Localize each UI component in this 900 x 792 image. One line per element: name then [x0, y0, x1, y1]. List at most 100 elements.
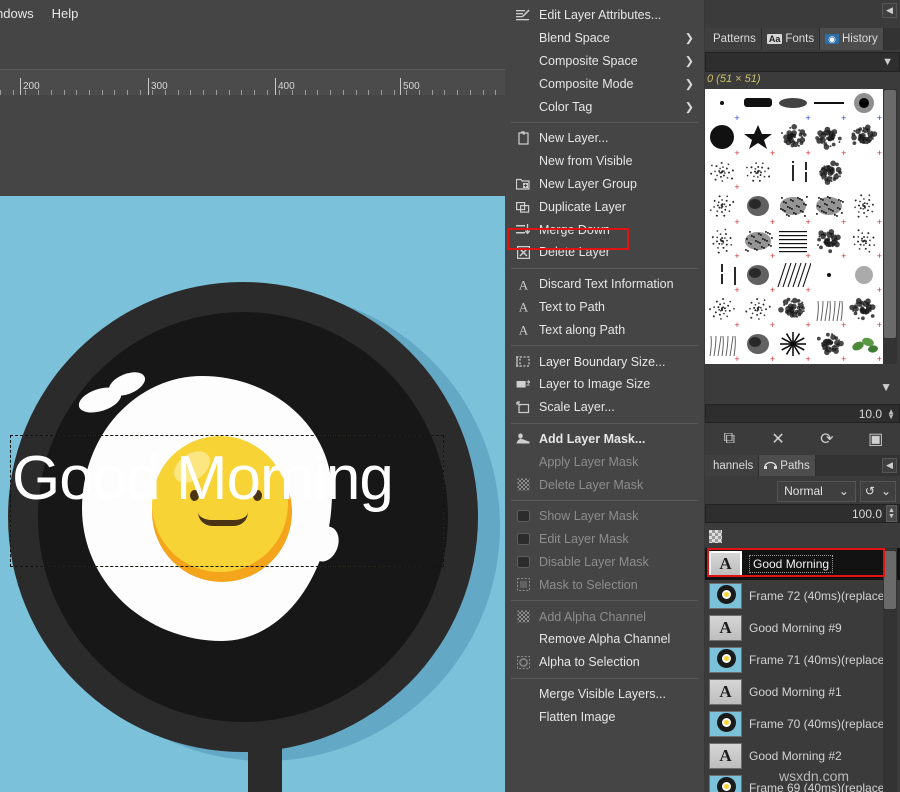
horizontal-ruler[interactable]: 200300400500600 — [0, 69, 505, 95]
layer-mode-extra-buttons[interactable]: ↺ ⌄ — [860, 481, 896, 502]
menu-item-help[interactable]: Help — [43, 4, 88, 23]
layer-name[interactable]: Frame 72 (40ms)(replace) — [749, 589, 888, 603]
layer-lock-row[interactable] — [705, 525, 900, 547]
menu-item-edit-layer-attributes[interactable]: Edit Layer Attributes... — [505, 4, 704, 27]
menu-item-discard-text-information[interactable]: ADiscard Text Information — [505, 273, 704, 296]
brush-swatch[interactable]: + — [741, 330, 777, 364]
brush-swatch[interactable]: + — [705, 330, 741, 364]
menu-item-text-along-path[interactable]: AText along Path — [505, 318, 704, 341]
brush-grid-scrollbar[interactable] — [883, 89, 897, 364]
chevron-down-icon-2[interactable]: ▼ — [880, 380, 892, 394]
brush-swatch[interactable] — [776, 158, 812, 192]
layer-thumbnail-frame[interactable] — [709, 647, 742, 673]
brush-swatch[interactable]: + — [705, 261, 741, 295]
brush-swatch[interactable]: + — [776, 89, 812, 123]
brush-swatch[interactable] — [741, 89, 777, 123]
layer-context-menu[interactable]: Edit Layer Attributes...Blend Space❯Comp… — [505, 0, 705, 792]
layer-mode-dropdown[interactable]: Normal ⌄ — [777, 481, 856, 502]
open-brush-as-image-button[interactable]: ▣ — [865, 429, 887, 449]
brush-swatch[interactable] — [812, 261, 848, 295]
brush-swatch[interactable]: + — [776, 227, 812, 261]
brush-swatch[interactable] — [741, 158, 777, 192]
brush-spacing-field[interactable]: 10.0 ▲▼ — [705, 404, 900, 423]
layer-name[interactable]: Good Morning — [749, 555, 833, 573]
layer-name[interactable]: Good Morning #2 — [749, 749, 842, 763]
layer-name[interactable]: Good Morning #1 — [749, 685, 842, 699]
image-canvas[interactable]: Good Morning PUALS — [0, 196, 505, 792]
layer-thumbnail-text[interactable]: A — [709, 743, 742, 769]
brush-swatch[interactable]: + — [847, 227, 883, 261]
brush-swatch[interactable] — [812, 158, 848, 192]
brush-swatch[interactable]: + — [705, 192, 741, 226]
dock-collapse-button[interactable]: ◀ — [882, 3, 897, 18]
brush-swatch[interactable]: + — [776, 295, 812, 329]
layer-name[interactable]: Good Morning #9 — [749, 621, 842, 635]
refresh-brushes-button[interactable]: ⟳ — [816, 429, 838, 449]
brush-swatch[interactable]: + — [847, 192, 883, 226]
menu-item-merge-down[interactable]: Merge Down — [505, 218, 704, 241]
layers-dock-collapse-button[interactable]: ◀ — [882, 458, 897, 473]
brush-swatch[interactable]: + — [776, 123, 812, 157]
layer-name[interactable]: Frame 70 (40ms)(replace) — [749, 717, 888, 731]
layer-row[interactable]: Frame 72 (40ms)(replace) — [705, 580, 900, 612]
brush-scrollbar-thumb[interactable] — [884, 90, 896, 338]
canvas-text-good-morning[interactable]: Good Morning — [12, 441, 452, 517]
brush-swatch[interactable]: + — [812, 295, 848, 329]
brush-swatch[interactable]: + — [705, 89, 741, 123]
tab-paths[interactable]: Paths — [759, 455, 815, 476]
menu-item-windows[interactable]: ndows — [0, 4, 43, 23]
layer-opacity-field[interactable]: 100.0 ▲▼ — [705, 504, 900, 523]
brush-swatch[interactable]: + — [812, 330, 848, 364]
brush-swatch[interactable]: + — [776, 261, 812, 295]
layer-row[interactable]: AGood Morning #9 — [705, 612, 900, 644]
brush-swatch[interactable]: + — [847, 295, 883, 329]
menu-item-text-to-path[interactable]: AText to Path — [505, 296, 704, 319]
brush-swatch[interactable]: + — [705, 123, 741, 157]
tab-history[interactable]: ◉History — [820, 28, 884, 50]
menu-item-new-layer-group[interactable]: New Layer Group — [505, 173, 704, 196]
menu-item-duplicate-layer[interactable]: Duplicate Layer — [505, 195, 704, 218]
chevron-down-icon[interactable]: ▼ — [882, 56, 893, 68]
layer-row[interactable]: A Good Morning — [705, 548, 900, 580]
layer-thumbnail-frame[interactable] — [709, 775, 742, 792]
brush-swatch[interactable]: + — [812, 89, 848, 123]
layer-row[interactable]: A Good Morning #1 — [705, 676, 900, 708]
brush-swatch[interactable]: + — [741, 295, 777, 329]
brush-swatch[interactable]: + — [847, 330, 883, 364]
layer-thumbnail-frame[interactable] — [709, 583, 742, 609]
brush-swatch[interactable]: + — [705, 158, 741, 192]
menu-item-flatten-image[interactable]: Flatten Image — [505, 705, 704, 728]
duplicate-brush-button[interactable]: ⧉ — [718, 429, 740, 449]
menu-item-new-layer[interactable]: New Layer... — [505, 127, 704, 150]
layers-list[interactable]: AGood MorningFrame 72 (40ms)(replace)AGo… — [705, 548, 900, 792]
menu-item-delete-layer[interactable]: Delete Layer — [505, 241, 704, 264]
brush-swatch[interactable]: + — [847, 123, 883, 157]
layers-tab-row[interactable]: hannelsPaths — [705, 455, 900, 476]
brush-swatch[interactable]: + — [847, 89, 883, 123]
layer-name[interactable]: Frame 71 (40ms)(replace) — [749, 653, 888, 667]
layer-thumbnail-frame[interactable] — [709, 711, 742, 737]
tab-fonts[interactable]: AaFonts — [762, 28, 820, 50]
brush-action-buttons[interactable]: ⧉ ✕ ⟳ ▣ — [705, 425, 900, 453]
brush-grid[interactable]: ++++++++++++++++++++++++++++++++++ — [705, 89, 883, 364]
brush-swatch[interactable]: + — [847, 261, 883, 295]
menu-item-add-layer-mask[interactable]: Add Layer Mask... — [505, 428, 704, 451]
brush-swatch[interactable]: + — [812, 192, 848, 226]
tab-patterns[interactable]: Patterns — [705, 28, 762, 50]
brush-swatch[interactable]: + — [812, 123, 848, 157]
opacity-spinner-icon[interactable]: ▲▼ — [886, 505, 897, 522]
brush-swatch[interactable]: + — [776, 330, 812, 364]
menu-item-remove-alpha-channel[interactable]: Remove Alpha Channel — [505, 628, 704, 651]
brush-swatch[interactable]: + — [741, 227, 777, 261]
menu-item-layer-boundary-size[interactable]: Layer Boundary Size... — [505, 350, 704, 373]
layer-thumbnail-text[interactable]: A — [709, 551, 742, 577]
brush-swatch[interactable]: + — [741, 123, 777, 157]
menu-item-merge-visible-layers[interactable]: Merge Visible Layers... — [505, 683, 704, 706]
menu-item-scale-layer[interactable]: Scale Layer... — [505, 396, 704, 419]
tab-hannels[interactable]: hannels — [705, 455, 759, 476]
delete-brush-button[interactable]: ✕ — [767, 429, 789, 449]
brush-filter-field[interactable]: ▼ — [705, 52, 900, 72]
layers-scrollbar[interactable] — [883, 548, 897, 792]
layer-thumbnail-text[interactable]: A — [709, 679, 742, 705]
brush-swatch[interactable]: + — [705, 227, 741, 261]
